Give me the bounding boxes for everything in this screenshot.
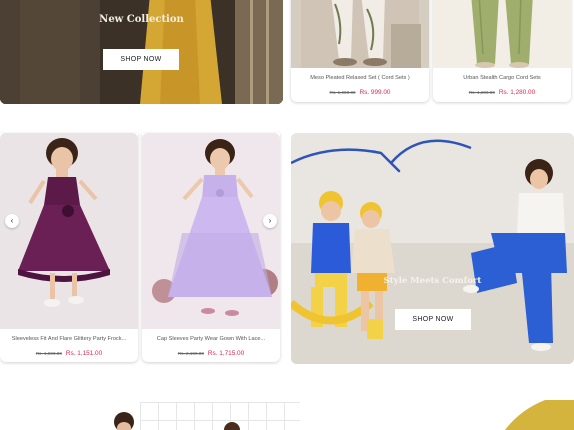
style-meets-comfort-banner[interactable]: Style Meets Comfort SHOP NOW <box>291 133 574 364</box>
product-title[interactable]: Sleeveless Fit And Flare Glittery Party … <box>4 336 134 342</box>
page: New Collection SHOP NOW Meso Pleated Rel… <box>0 0 574 430</box>
product-image[interactable] <box>433 0 571 68</box>
product-image[interactable] <box>142 133 280 329</box>
product-prices: Rs. 1,000.00 Rs. 999.00 <box>291 89 429 96</box>
carousel-next-button[interactable]: › <box>263 214 277 228</box>
shop-now-button[interactable]: SHOP NOW <box>395 309 471 330</box>
chevron-left-icon: ‹ <box>10 216 14 225</box>
banner-title: Style Meets Comfort <box>383 276 482 286</box>
product-prices: Rs. 1,599.00 Rs. 1,151.00 <box>0 350 138 357</box>
product-card[interactable]: Sleeveless Fit And Flare Glittery Party … <box>0 133 138 362</box>
product-title[interactable]: Urban Stealth Cargo Cord Sets <box>437 75 567 81</box>
original-price: Rs. 2,199.00 <box>177 351 204 356</box>
sale-price: Rs. 1,280.00 <box>498 89 536 96</box>
product-card[interactable]: Meso Pleated Relaxed Set ( Cord Sets ) R… <box>291 0 429 102</box>
product-title[interactable]: Meso Pleated Relaxed Set ( Cord Sets ) <box>295 75 425 81</box>
chevron-right-icon: › <box>268 216 272 225</box>
product-image[interactable] <box>291 0 429 68</box>
carousel-prev-button[interactable]: ‹ <box>5 214 19 228</box>
product-card[interactable]: Cap Sleeves Party Wear Gown With Lace...… <box>142 133 280 362</box>
original-price: Rs. 1,299.00 <box>468 90 495 95</box>
sale-price: Rs. 1,151.00 <box>65 350 103 357</box>
sale-price: Rs. 999.00 <box>359 89 391 96</box>
original-price: Rs. 1,000.00 <box>329 90 356 95</box>
banner-title: New Collection <box>99 14 184 25</box>
product-image[interactable] <box>0 133 138 329</box>
product-photo <box>433 0 571 68</box>
product-prices: Rs. 1,299.00 Rs. 1,280.00 <box>433 89 571 96</box>
product-photo <box>142 133 280 329</box>
original-price: Rs. 1,599.00 <box>35 351 62 356</box>
shop-now-button[interactable]: SHOP NOW <box>103 49 179 70</box>
product-title[interactable]: Cap Sleeves Party Wear Gown With Lace... <box>146 336 276 342</box>
next-section-preview <box>114 400 574 430</box>
product-prices: Rs. 2,199.00 Rs. 1,715.00 <box>142 350 280 357</box>
new-collection-banner[interactable]: New Collection SHOP NOW <box>0 0 283 104</box>
sale-price: Rs. 1,715.00 <box>207 350 245 357</box>
product-photo <box>0 133 138 329</box>
product-photo <box>291 0 429 68</box>
product-card[interactable]: Urban Stealth Cargo Cord Sets Rs. 1,299.… <box>433 0 571 102</box>
